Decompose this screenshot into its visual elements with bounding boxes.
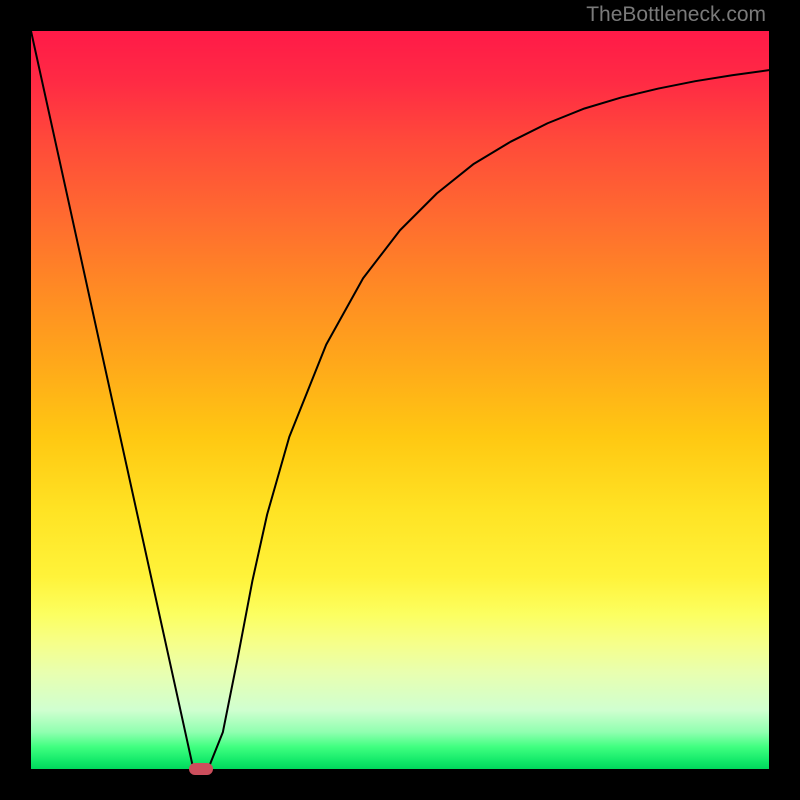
plot-area: [31, 31, 769, 769]
chart-container: TheBottleneck.com: [0, 0, 800, 800]
watermark-text: TheBottleneck.com: [586, 3, 766, 27]
bottleneck-curve: [31, 31, 769, 769]
minimum-marker: [189, 763, 213, 775]
